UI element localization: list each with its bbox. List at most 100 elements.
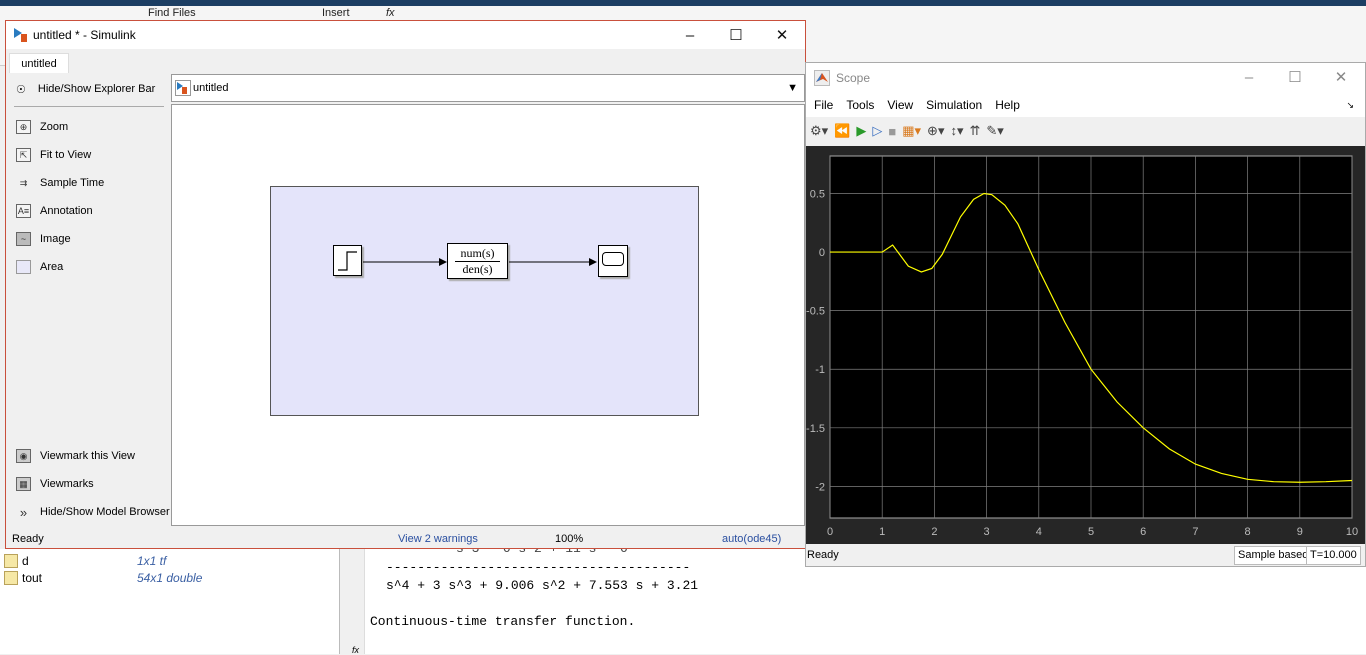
zoom-level: 100% xyxy=(555,533,584,545)
measurements-ruler-icon[interactable]: ✎▾ xyxy=(986,123,1003,139)
x-tick-label: 10 xyxy=(1346,526,1358,538)
tf-denominator: den(s) xyxy=(462,262,493,276)
solver-link[interactable]: auto(ode45) xyxy=(722,533,781,545)
model-address-bar[interactable]: untitled ▼ xyxy=(171,74,805,102)
simulink-status-bar: Ready View 2 warnings 100% auto(ode45) xyxy=(6,529,805,549)
dock-arrow-icon[interactable]: ↘ xyxy=(1346,100,1354,111)
image-icon: ~ xyxy=(16,232,31,246)
scope-screen-icon xyxy=(602,252,624,266)
item-label: Viewmark this View xyxy=(40,450,135,462)
tf-object-icon xyxy=(4,553,18,568)
status-ready: Ready xyxy=(12,533,44,545)
run-icon[interactable]: ▶ xyxy=(856,123,866,139)
menu-file[interactable]: File xyxy=(814,98,833,112)
settings-gear-icon[interactable]: ⚙▾ xyxy=(810,123,828,139)
insert-button[interactable]: Insert xyxy=(322,7,350,19)
fit-to-view-icon: ⇱ xyxy=(16,148,31,162)
step-back-icon[interactable]: ⏪ xyxy=(834,123,850,139)
x-tick-label: 0 xyxy=(827,526,833,538)
item-label: Zoom xyxy=(40,121,69,133)
command-gutter xyxy=(340,549,365,654)
area-tool[interactable]: Area xyxy=(16,258,63,276)
scale-axes-icon[interactable]: ↕▾ xyxy=(950,123,963,139)
explorer-bar: ☉ Hide/Show Explorer Bar ⊕ Zoom ⇱ Fit to Vi… xyxy=(9,73,170,525)
menu-view[interactable]: View xyxy=(887,98,913,112)
viewmark-this-view-button[interactable]: ◉ Viewmark this View xyxy=(16,447,135,465)
x-tick-label: 7 xyxy=(1192,526,1198,538)
triggers-icon[interactable]: ⇈ xyxy=(970,123,981,139)
area-annotation[interactable]: num(s) den(s) xyxy=(270,186,699,416)
model-canvas[interactable]: num(s) den(s) xyxy=(171,104,805,526)
sample-mode: Sample based xyxy=(1234,546,1313,565)
status-ready: Ready xyxy=(807,549,839,561)
menu-simulation[interactable]: Simulation xyxy=(926,98,982,112)
stop-icon[interactable]: ■ xyxy=(888,124,896,139)
y-tick-label: 0 xyxy=(819,247,825,259)
step-forward-icon[interactable]: ▷ xyxy=(872,123,882,139)
menu-help[interactable]: Help xyxy=(995,98,1020,112)
viewmarks-icon: ▦ xyxy=(16,477,31,491)
simulink-title-bar: untitled * - Simulink – ☐ ✕ xyxy=(6,21,805,49)
workspace-row[interactable]: tout 54x1 double xyxy=(4,569,202,586)
close-button[interactable]: ✕ xyxy=(1318,63,1364,91)
fit-to-view-tool[interactable]: ⇱ Fit to View xyxy=(16,146,91,164)
plot-svg: 0 1 2 3 4 5 6 7 8 9 10 0.5 0 -0.5 -1 -1.5 -2 xyxy=(806,155,1358,538)
maximize-button[interactable]: ☐ xyxy=(1272,63,1318,91)
workspace-row[interactable]: d 1x1 tf xyxy=(4,552,166,569)
zoom-tool[interactable]: ⊕ Zoom xyxy=(16,118,68,136)
x-tick-label: 4 xyxy=(1036,526,1042,538)
item-label: Image xyxy=(40,233,71,245)
circle-arrow-left-icon: ☉ xyxy=(16,83,26,96)
dropdown-arrow-icon[interactable]: ▼ xyxy=(787,82,798,94)
step-icon xyxy=(338,251,357,271)
item-label: Annotation xyxy=(40,205,93,217)
window-title: untitled * - Simulink xyxy=(33,28,136,42)
y-tick-label: 0.5 xyxy=(810,188,825,200)
item-label: Sample Time xyxy=(40,177,105,189)
x-tick-label: 3 xyxy=(984,526,990,538)
variable-name: d xyxy=(22,553,29,568)
viewmarks-button[interactable]: ▦ Viewmarks xyxy=(16,475,94,493)
fx-button[interactable]: fx xyxy=(386,7,395,19)
tab-untitled[interactable]: untitled xyxy=(9,53,69,73)
scope-menu-bar: File Tools View Simulation Help ↘ xyxy=(806,93,1365,117)
scope-status-bar: Ready Sample based T=10.000 xyxy=(806,545,1365,567)
y-tick-label: -1 xyxy=(815,364,825,376)
annotation-tool[interactable]: A≡ Annotation xyxy=(16,202,93,220)
sample-time-tool[interactable]: ⇉ Sample Time xyxy=(16,174,104,192)
hide-show-model-browser-button[interactable]: » Hide/Show Model Browser xyxy=(16,503,170,521)
area-icon xyxy=(16,260,31,274)
variable-name: tout xyxy=(22,570,43,585)
signal-line xyxy=(363,258,447,266)
close-button[interactable]: ✕ xyxy=(759,21,805,49)
simulink-logo-icon xyxy=(14,28,27,42)
item-label: Hide/Show Model Browser xyxy=(40,506,170,518)
workspace-panel: d 1x1 tf tout 54x1 double xyxy=(0,549,340,654)
minimize-button[interactable]: – xyxy=(667,21,713,49)
scope-toolbar: ⚙▾ ⏪ ▶ ▷ ■ ▦▾ ⊕▾ ↕▾ ⇈ ✎▾ xyxy=(806,117,1365,145)
x-tick-label: 2 xyxy=(931,526,937,538)
scope-window: Scope – ☐ ✕ File Tools View Simulation H… xyxy=(805,62,1366,567)
image-tool[interactable]: ~ Image xyxy=(16,230,71,248)
maximize-button[interactable]: ☐ xyxy=(713,21,759,49)
scope-plot[interactable]: 0 1 2 3 4 5 6 7 8 9 10 0.5 0 -0.5 -1 -1.5 -2 xyxy=(806,146,1365,544)
scope-block[interactable] xyxy=(598,245,628,277)
signal-line xyxy=(509,258,597,266)
zoom-in-icon[interactable]: ⊕▾ xyxy=(927,123,944,139)
hide-show-explorer-bar-button[interactable]: ☉ Hide/Show Explorer Bar xyxy=(16,80,155,98)
signal-hierarchy-icon[interactable]: ▦▾ xyxy=(902,123,921,139)
output-fraction-bar: --------------------------------------- xyxy=(386,560,691,575)
transfer-fcn-block[interactable]: num(s) den(s) xyxy=(447,243,508,279)
step-block[interactable] xyxy=(333,245,362,276)
minimize-button[interactable]: – xyxy=(1226,63,1272,91)
view-warnings-link[interactable]: View 2 warnings xyxy=(398,533,478,545)
x-tick-label: 5 xyxy=(1088,526,1094,538)
x-tick-label: 8 xyxy=(1245,526,1251,538)
variable-value: 1x1 tf xyxy=(137,553,167,568)
menu-tools[interactable]: Tools xyxy=(846,98,874,112)
sample-time-icon: ⇉ xyxy=(19,177,28,188)
y-tick-label: -1.5 xyxy=(806,423,825,435)
find-files-button[interactable]: Find Files xyxy=(148,7,196,19)
model-icon xyxy=(175,80,191,96)
item-label: Viewmarks xyxy=(40,478,94,490)
